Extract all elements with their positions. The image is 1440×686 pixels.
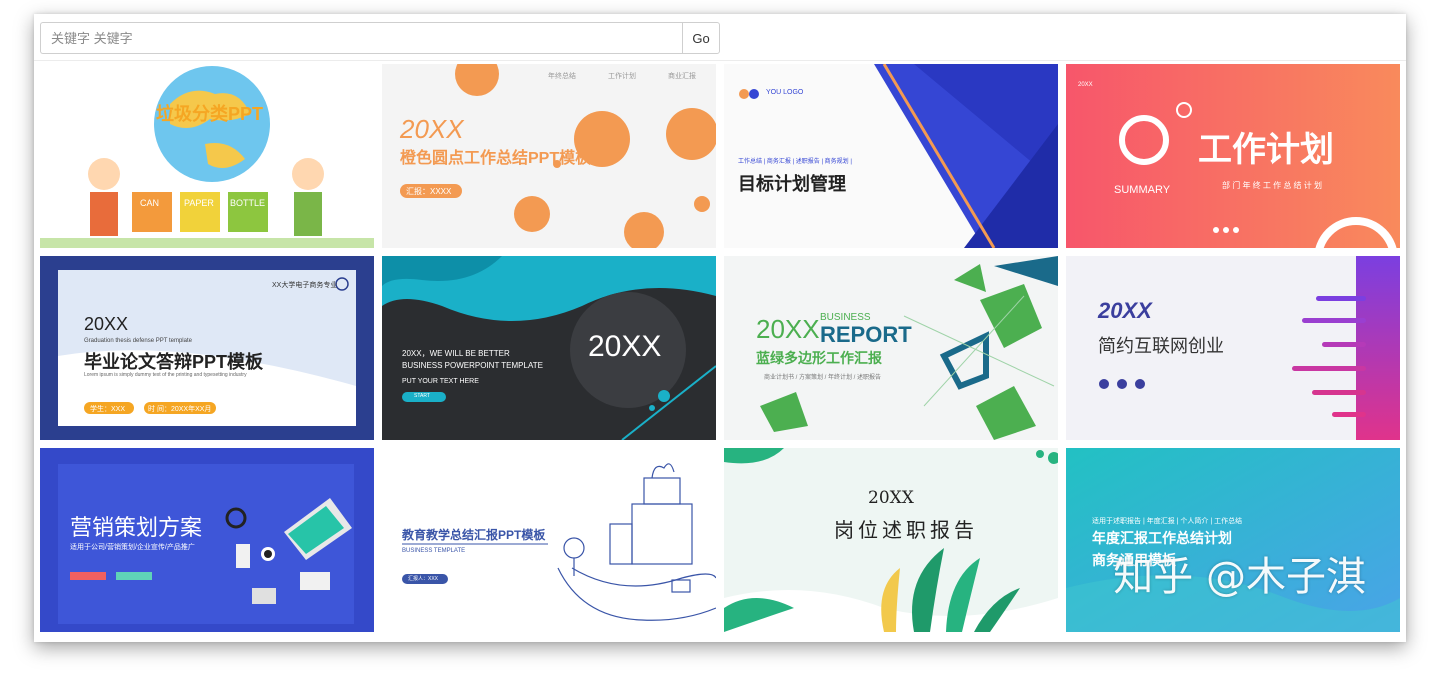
template-card-thesis-defense[interactable]: XX大学电子商务专业 20XX Graduation thesis defens… bbox=[40, 256, 374, 440]
corner-number: 20XX bbox=[1078, 82, 1093, 88]
logo-text: YOU LOGO bbox=[766, 89, 804, 96]
card-title: 岗位述职报告 bbox=[834, 518, 978, 542]
card-number: 20XX bbox=[84, 314, 129, 334]
card-number: 20XX bbox=[400, 114, 464, 144]
card-title: 营销策划方案 bbox=[70, 515, 203, 540]
nav-item: 年终总结 bbox=[548, 73, 576, 80]
student-tag: 学生：XXX bbox=[90, 406, 126, 413]
go-button[interactable]: Go bbox=[682, 22, 720, 54]
template-card-marketing-plan[interactable]: 营销策划方案 适用于公司/营销策划/企业宣传/产品推广 bbox=[40, 448, 374, 632]
card-sub: Graduation thesis defense PPT template bbox=[84, 338, 192, 344]
card-title: 目标计划管理 bbox=[738, 174, 846, 194]
card-number: 20XX bbox=[756, 314, 820, 344]
card-big-number: 20XX bbox=[588, 330, 662, 363]
card-tag: 汇报人：XXX bbox=[408, 576, 439, 582]
template-card-target-plan[interactable]: YOU LOGO 工作总结 | 商务汇报 | 述职报告 | 商务规划 | 目标计… bbox=[724, 64, 1058, 248]
card-title: 教育教学总结汇报PPT模板 bbox=[402, 528, 546, 542]
template-card-dark-teal[interactable]: 20XX 20XX，WE WILL BE BETTER BUSINESS POW… bbox=[382, 256, 716, 440]
card-number: 20XX bbox=[1098, 298, 1152, 323]
card-line1: 20XX，WE WILL BE BETTER bbox=[402, 349, 510, 358]
card-line3: PUT YOUR TEXT HERE bbox=[402, 378, 479, 385]
card-title: 垃圾分类PPT bbox=[156, 104, 264, 124]
card-title: 工作计划 bbox=[1198, 131, 1334, 169]
card-sub: 适用于公司/营销策划/企业宣传/产品推广 bbox=[70, 544, 195, 551]
card-title: 橙色圆点工作总结PPT模板 bbox=[400, 150, 592, 167]
start-button: START bbox=[414, 393, 430, 399]
card-sub: 商业计划书 / 方案策划 / 年终计划 / 述职报告 bbox=[764, 375, 882, 381]
card-title: 毕业论文答辩PPT模板 bbox=[84, 352, 264, 372]
card-title: 简约互联网创业 bbox=[1098, 336, 1224, 356]
nav-item: 商业汇报 bbox=[668, 73, 696, 80]
search-input[interactable] bbox=[40, 22, 682, 54]
template-card-orange-dots[interactable]: 年终总结 工作计划 商业汇报 20XX 橙色圆点工作总结PPT模板 汇报：XXX… bbox=[382, 64, 716, 248]
card-nav: 工作总结 | 商务汇报 | 述职报告 | 商务规划 | bbox=[738, 159, 852, 165]
card-sub: 适用于述职报告 | 年度汇报 | 个人简介 | 工作总结 bbox=[1092, 518, 1243, 525]
bin-label-can: CAN bbox=[140, 198, 160, 208]
nav-item: 工作计划 bbox=[608, 73, 636, 80]
card-tag: 汇报：XXXX bbox=[406, 187, 452, 196]
bin-label-paper: PAPER bbox=[184, 198, 214, 208]
template-card-annual-report[interactable]: 适用于述职报告 | 年度汇报 | 个人简介 | 工作总结 年度汇报工作总结计划 … bbox=[1066, 448, 1400, 632]
bin-label-bottle: BOTTLE bbox=[230, 198, 266, 208]
template-card-garbage-sorting[interactable]: 垃圾分类PPT CAN PAPER BOTTLE bbox=[40, 64, 374, 248]
card-sub: BUSINESS TEMPLATE bbox=[402, 548, 466, 554]
card-subtitle: 部 门 年 终 工 作 总 结 计 划 bbox=[1222, 181, 1323, 190]
template-card-education-summary[interactable]: 教育教学总结汇报PPT模板 BUSINESS TEMPLATE 汇报人：XXX bbox=[382, 448, 716, 632]
template-card-polygon-report[interactable]: 20XX BUSINESS REPORT 蓝绿多边形工作汇报 商业计划书 / 方… bbox=[724, 256, 1058, 440]
template-card-work-plan[interactable]: 20XX 工作计划 SUMMARY 部 门 年 终 工 作 总 结 计 划 bbox=[1066, 64, 1400, 248]
report-label: REPORT bbox=[820, 322, 912, 347]
date-tag: 时 间：20XX年XX月 bbox=[148, 406, 212, 413]
template-card-internet-startup[interactable]: 20XX 简约互联网创业 bbox=[1066, 256, 1400, 440]
header-divider bbox=[34, 60, 1406, 61]
card-thumbnail bbox=[40, 64, 374, 248]
card-desc: Lorem ipsum is simply dummy text of the … bbox=[84, 372, 247, 378]
template-card-post-report[interactable]: 20XX 岗位述职报告 bbox=[724, 448, 1058, 632]
card-title: 蓝绿多边形工作汇报 bbox=[756, 350, 882, 366]
school-label: XX大学电子商务专业 bbox=[272, 282, 338, 289]
app-window: Go 垃圾分类PPT CAN PAPER BOTTLE bbox=[34, 14, 1406, 642]
card-line2: BUSINESS POWERPOINT TEMPLATE bbox=[402, 361, 543, 370]
card-number: 20XX bbox=[868, 488, 914, 508]
search-bar: Go bbox=[40, 22, 720, 54]
summary-label: SUMMARY bbox=[1114, 184, 1171, 196]
watermark: 知乎 @木子淇 bbox=[1113, 554, 1366, 600]
